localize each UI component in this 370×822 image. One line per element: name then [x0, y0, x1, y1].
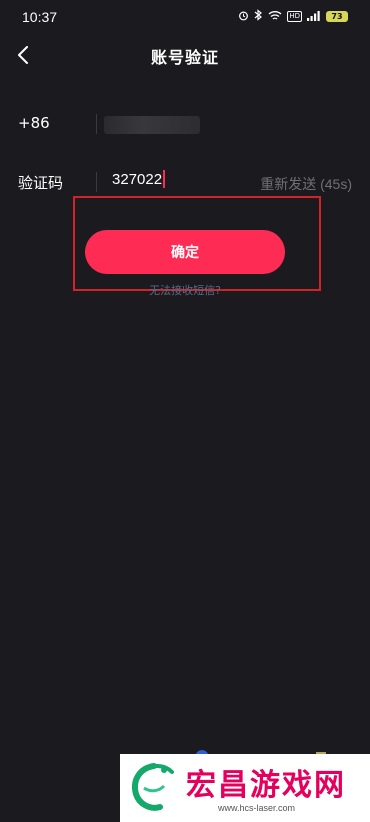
dragon-logo-icon	[132, 763, 174, 811]
confirm-button[interactable]: 确定	[85, 230, 285, 274]
signal-icon	[307, 10, 321, 24]
watermark-url: www.hcs-laser.com	[218, 803, 296, 813]
code-label: 验证码	[18, 174, 64, 192]
watermark-brand-text: 宏昌游戏网	[186, 768, 346, 803]
watermark-banner: 宏昌游戏网 www.hcs-laser.com	[120, 754, 370, 822]
hd-badge: HD	[287, 11, 302, 22]
page-title: 账号验证	[150, 48, 219, 67]
status-bar: 10:37 HD 73	[0, 0, 370, 34]
verification-code-input[interactable]: 327022	[112, 170, 232, 188]
wifi-icon	[268, 10, 282, 24]
divider	[96, 114, 97, 134]
divider	[96, 172, 97, 192]
status-time: 10:37	[22, 9, 58, 25]
cant-receive-sms-link[interactable]: 无法接收短信?	[0, 282, 370, 298]
code-value: 327022	[112, 170, 163, 188]
resend-code-countdown: 重新发送 (45s)	[260, 176, 352, 192]
masked-phone-number	[104, 116, 200, 134]
bluetooth-icon	[254, 9, 263, 24]
text-caret	[163, 170, 166, 188]
nav-bar: 账号验证	[0, 34, 370, 76]
country-code[interactable]: +86	[18, 114, 50, 132]
status-icons: HD 73	[238, 9, 348, 24]
battery-icon: 73	[326, 11, 348, 22]
alarm-icon	[238, 10, 249, 24]
